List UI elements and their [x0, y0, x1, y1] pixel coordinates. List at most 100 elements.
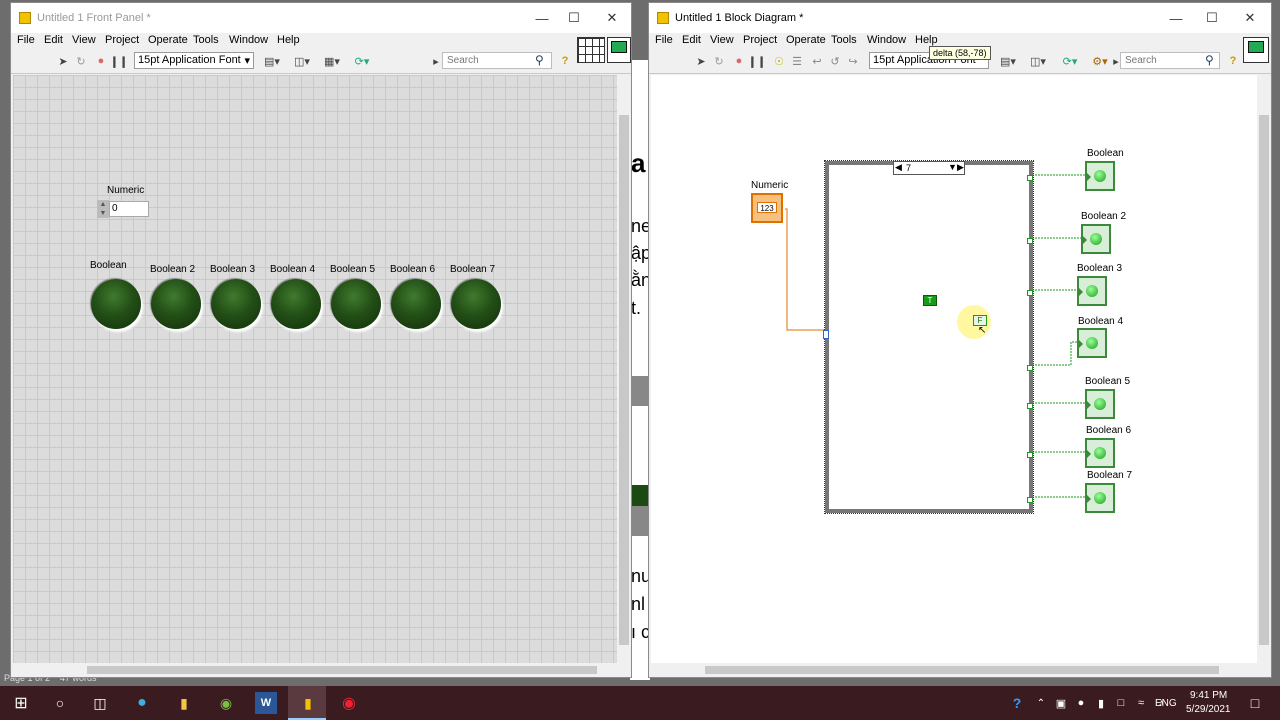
file-explorer-icon[interactable]: ▮	[173, 692, 195, 714]
microphone-icon[interactable]: ●	[1070, 692, 1092, 714]
front-panel-canvas[interactable]: Numeric ▲ ▼ 0 Boolean Boolean 2 Boolean 3…	[13, 75, 617, 663]
case-selector[interactable]: ◀ 7 ▼ ▶	[893, 161, 965, 175]
menu-operate[interactable]: Operate	[786, 34, 826, 46]
chevron-down-icon[interactable]: ▼	[948, 162, 957, 172]
menu-window[interactable]: Window	[229, 34, 268, 46]
boolean-indicator[interactable]	[1085, 483, 1115, 513]
menu-edit[interactable]: Edit	[44, 34, 63, 46]
word-icon[interactable]: W	[255, 692, 277, 714]
help-icon[interactable]: ?	[1006, 692, 1028, 714]
search-input[interactable]: Search ⚲	[1120, 52, 1220, 69]
labview-taskbar-icon[interactable]: ▮	[297, 692, 319, 714]
help-icon[interactable]: ?	[1225, 53, 1241, 69]
run-arrow-icon[interactable]: ➤	[693, 53, 709, 69]
clock-date[interactable]: 5/29/2021	[1186, 704, 1231, 715]
clock-time[interactable]: 9:41 PM	[1190, 690, 1227, 701]
menu-view[interactable]: View	[72, 34, 96, 46]
menu-tools[interactable]: Tools	[193, 34, 219, 46]
boolean-indicator[interactable]	[1081, 224, 1111, 254]
menu-file[interactable]: File	[655, 34, 673, 46]
scroll-thumb[interactable]	[705, 666, 1219, 674]
run-continuous-icon[interactable]: ↻	[73, 53, 89, 69]
vertical-scrollbar[interactable]	[1257, 75, 1271, 663]
retain-wire-values-icon[interactable]: ☰	[789, 53, 805, 69]
edge-icon[interactable]: ●	[131, 692, 153, 714]
run-continuous-icon[interactable]: ↻	[711, 53, 727, 69]
scroll-thumb[interactable]	[87, 666, 597, 674]
step-into-icon[interactable]: ↩	[809, 53, 825, 69]
boolean-led[interactable]	[271, 279, 321, 329]
wifi-icon[interactable]: ≈	[1130, 692, 1152, 714]
true-constant[interactable]: T	[923, 295, 937, 306]
resize-icon[interactable]: ▦▾	[321, 53, 343, 69]
minimize-icon[interactable]: —	[1161, 7, 1191, 29]
boolean-led[interactable]	[451, 279, 501, 329]
distribute-icon[interactable]: ◫▾	[1027, 53, 1049, 69]
menu-tools[interactable]: Tools	[831, 34, 857, 46]
windows-start-icon[interactable]: ⊞	[10, 692, 32, 714]
boolean-led[interactable]	[211, 279, 261, 329]
search-icon[interactable]: ○	[49, 692, 71, 714]
pause-icon[interactable]: ❙❙	[748, 53, 766, 69]
boolean-indicator[interactable]	[1077, 276, 1107, 306]
highlight-execution-icon[interactable]: ☉	[771, 53, 787, 69]
search-input[interactable]: Search ⚲	[442, 52, 552, 69]
minimize-icon[interactable]: —	[527, 7, 557, 29]
close-icon[interactable]: ✕	[597, 7, 627, 29]
numeric-control[interactable]: ▲ ▼ 0	[97, 200, 151, 218]
battery-icon[interactable]: ▮	[1090, 692, 1112, 714]
close-icon[interactable]: ✕	[1235, 7, 1265, 29]
abort-icon[interactable]: ●	[731, 53, 747, 69]
menu-help[interactable]: Help	[277, 34, 300, 46]
numeric-terminal[interactable]: 123	[751, 193, 783, 223]
language-indicator[interactable]: ENG	[1155, 698, 1177, 709]
notifications-icon[interactable]: □	[1244, 692, 1266, 714]
menu-help[interactable]: Help	[915, 34, 938, 46]
abort-icon[interactable]: ●	[93, 53, 109, 69]
menu-view[interactable]: View	[710, 34, 734, 46]
block-diagram-titlebar[interactable]: Untitled 1 Block Diagram * — ☐ ✕	[649, 3, 1271, 33]
boolean-indicator[interactable]	[1085, 389, 1115, 419]
front-panel-titlebar[interactable]: Untitled 1 Front Panel * — ☐ ✕	[11, 3, 631, 33]
horizontal-scrollbar[interactable]	[11, 663, 617, 677]
menu-project[interactable]: Project	[743, 34, 777, 46]
boolean-indicator[interactable]	[1085, 438, 1115, 468]
meet-now-icon[interactable]: ▣	[1050, 692, 1072, 714]
reorder-icon[interactable]: ⟳▾	[351, 53, 373, 69]
help-icon[interactable]: ?	[557, 53, 573, 69]
menu-operate[interactable]: Operate	[148, 34, 188, 46]
menu-file[interactable]: File	[17, 34, 35, 46]
menu-project[interactable]: Project	[105, 34, 139, 46]
maximize-icon[interactable]: ☐	[1197, 7, 1227, 29]
align-icon[interactable]: ▤▾	[997, 53, 1019, 69]
boolean-led[interactable]	[91, 279, 141, 329]
scroll-thumb[interactable]	[1259, 115, 1269, 645]
case-prev-icon[interactable]: ◀	[895, 162, 902, 173]
pause-icon[interactable]: ❙❙	[110, 53, 128, 69]
numeric-value[interactable]: 0	[109, 201, 149, 217]
font-selector[interactable]: 15pt Application Font ▾	[134, 52, 254, 69]
distribute-icon[interactable]: ◫▾	[291, 53, 313, 69]
tray-chevron-up-icon[interactable]: ⌃	[1030, 692, 1052, 714]
scroll-thumb[interactable]	[619, 115, 629, 645]
boolean-indicator[interactable]	[1085, 161, 1115, 191]
increment-decrement-icon[interactable]: ▲ ▼	[97, 200, 109, 218]
connector-pane-icon[interactable]	[577, 37, 605, 63]
vi-icon[interactable]	[1243, 37, 1269, 63]
block-diagram-canvas[interactable]: Numeric 123 ◀ 7 ▼ ▶ T F ↖ Boolean Boolea…	[651, 75, 1257, 663]
menu-window[interactable]: Window	[867, 34, 906, 46]
maximize-icon[interactable]: ☐	[559, 7, 589, 29]
cleanup-diagram-icon[interactable]: ⚙▾	[1089, 53, 1111, 69]
expand-toolbar-icon[interactable]: ▸	[431, 53, 441, 69]
boolean-indicator[interactable]	[1077, 328, 1107, 358]
boolean-led[interactable]	[151, 279, 201, 329]
vi-icon[interactable]	[607, 37, 631, 63]
boolean-led[interactable]	[331, 279, 381, 329]
step-out-icon[interactable]: ↪	[845, 53, 861, 69]
run-arrow-icon[interactable]: ➤	[55, 53, 71, 69]
horizontal-scrollbar[interactable]	[649, 663, 1257, 677]
align-icon[interactable]: ▤▾	[261, 53, 283, 69]
case-structure[interactable]: ◀ 7 ▼ ▶ T F ↖	[823, 160, 1034, 514]
display-icon[interactable]: □	[1110, 692, 1132, 714]
step-over-icon[interactable]: ↺	[827, 53, 843, 69]
